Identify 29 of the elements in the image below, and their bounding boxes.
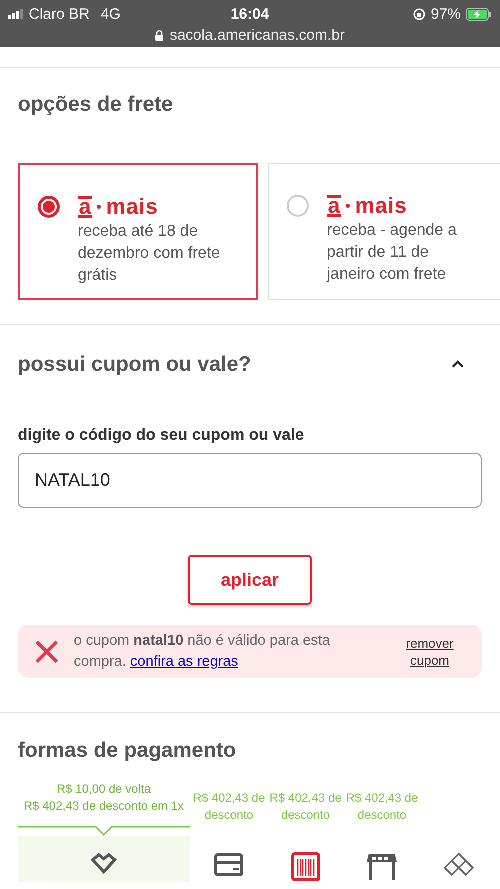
shipping-option-card[interactable]: a mais receba até 18 de dezembro com frete grátis bbox=[18, 163, 258, 300]
field-label: digite o código do seu cupom ou vale bbox=[17, 426, 306, 445]
barcode-icon[interactable] bbox=[290, 852, 321, 882]
section-title: opções de frete bbox=[17, 92, 174, 117]
lock-icon bbox=[154, 30, 164, 41]
coupon-input-field[interactable]: NATAL10 bbox=[18, 453, 482, 508]
delivery-text: receba até 18 de dezembro com frete grátis bbox=[78, 222, 222, 286]
brand-logo: a mais bbox=[78, 195, 160, 219]
section-title: possui cupom ou vale? bbox=[17, 352, 252, 377]
signal-icon bbox=[8, 9, 24, 19]
url-text: sacola.americanas.com.br bbox=[170, 27, 346, 44]
error-message: o cupom natal10 não é válido para esta compra. confira as regras bbox=[74, 632, 332, 672]
store-icon[interactable] bbox=[365, 852, 400, 882]
battery-charging-icon bbox=[466, 8, 492, 20]
rotation-lock-icon bbox=[412, 8, 426, 20]
carrier-text: Claro BR bbox=[29, 6, 90, 22]
brand-logo: a mais bbox=[327, 194, 408, 218]
remove-coupon-link[interactable]: remover cupom bbox=[390, 634, 470, 668]
chevron-up-icon[interactable] bbox=[451, 360, 465, 368]
delivery-text: receba - agende a partir de 11 de janeiro com frete bbox=[327, 221, 458, 285]
network-text: 4G bbox=[100, 6, 121, 22]
clock-text: 16:04 bbox=[230, 6, 270, 22]
battery-text: 97% bbox=[430, 6, 461, 22]
radio-button[interactable] bbox=[38, 196, 60, 218]
rules-link[interactable]: confira as regras bbox=[130, 654, 238, 670]
section-title: formas de pagamento bbox=[17, 738, 238, 763]
apply-button[interactable]: aplicar bbox=[188, 555, 312, 605]
shipping-option-card[interactable]: a mais receba - agende a partir de 11 de janeiro com frete bbox=[268, 163, 500, 300]
error-x-icon bbox=[34, 638, 60, 664]
